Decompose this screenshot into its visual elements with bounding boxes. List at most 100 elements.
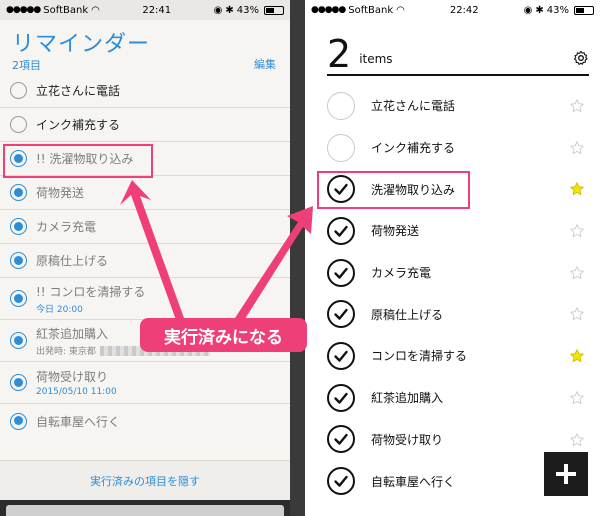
list-item-content: 立花さんに電話 [36, 82, 120, 99]
completed-checkbox-icon[interactable] [10, 332, 27, 349]
hide-completed-button[interactable]: 実行済みの項目を隠す [0, 460, 290, 500]
todo-list: 立花さんに電話 インク補充する 洗濯物取り込み 荷物発送 カメラ充電 原稿仕上げる コンロを… [327, 85, 589, 502]
star-icon[interactable] [569, 140, 585, 156]
battery-percent: 43% [236, 4, 259, 16]
completed-checkbox-icon[interactable] [10, 252, 27, 269]
list-item-label: 自転車屋へ行く [371, 474, 456, 489]
check-circle-icon[interactable] [327, 258, 355, 287]
list-item[interactable]: 原稿仕上げる [327, 293, 589, 335]
bluetooth-icon: ✱ [225, 4, 234, 16]
highlight-box-right [317, 171, 470, 209]
check-circle-icon[interactable] [327, 300, 355, 329]
list-item-label: 荷物発送 [371, 224, 420, 239]
signal-icon: ●●●●● [6, 5, 41, 15]
list-item-subtitle: 今日 20:00 [36, 302, 145, 315]
list-item-subtitle-text: 出発時: 東京都 [36, 346, 96, 357]
carrier-label: SoftBank [348, 4, 394, 16]
right-phone-todo: ●●●●● SoftBank ◠ 22:42 ◉ ✱ 43% 2 items 立… [305, 0, 600, 516]
list-item[interactable]: カメラ充電 [0, 210, 290, 244]
star-icon[interactable] [569, 223, 585, 239]
list-item[interactable]: 立花さんに電話 [327, 85, 589, 127]
list-item-content: 荷物発送 [36, 184, 84, 201]
list-item-subtitle-text: 今日 20:00 [36, 304, 83, 315]
status-time: 22:42 [449, 4, 479, 16]
list-item-label: カメラ充電 [36, 220, 97, 234]
completed-checkbox-icon[interactable] [10, 184, 27, 201]
reminder-list: 立花さんに電話 インク補充する!! 洗濯物取り込み 荷物発送 カメラ充電 原稿仕上げる!… [0, 74, 290, 438]
list-item[interactable]: 荷物発送 [0, 176, 290, 210]
list-item-label: インク補充する [36, 118, 121, 132]
list-item-content: 荷物受け取り 2015/05/10 11:00 [36, 368, 117, 397]
star-icon[interactable] [569, 265, 585, 281]
list-item-content: 自転車屋へ行く [36, 413, 120, 430]
empty-circle-icon[interactable] [327, 91, 355, 120]
checkbox-icon[interactable] [10, 82, 27, 99]
list-item-label: 原稿仕上げる [371, 307, 444, 322]
list-item-label: 紅茶追加購入 [371, 391, 444, 406]
list-item-content: カメラ充電 [36, 218, 96, 235]
completed-checkbox-icon[interactable] [10, 218, 27, 235]
star-icon[interactable] [569, 432, 585, 448]
lock-rotation-icon: ◉ [523, 4, 533, 16]
list-item-subtitle: 2015/05/10 11:00 [36, 387, 117, 397]
left-phone-reminders: ●●●●● SoftBank ◠ 22:41 ◉ ✱ 43% リマインダー 2項… [0, 0, 290, 516]
list-item-content: 原稿仕上げる [36, 252, 108, 269]
star-filled-icon[interactable] [569, 348, 585, 364]
completed-checkbox-icon[interactable] [10, 290, 27, 307]
battery-percent: 43% [546, 4, 569, 16]
star-filled-icon[interactable] [569, 181, 585, 197]
annotation-callout: 実行済みになる [140, 318, 307, 352]
list-item[interactable]: インク補充する [0, 108, 290, 142]
list-item[interactable]: カメラ充電 [327, 252, 589, 294]
list-item[interactable]: コンロを清掃する [327, 335, 589, 377]
empty-circle-icon[interactable] [327, 133, 355, 162]
completed-checkbox-icon[interactable] [10, 374, 27, 391]
star-icon[interactable] [569, 98, 585, 114]
carrier-label: SoftBank [43, 4, 89, 16]
list-item[interactable]: インク補充する [327, 127, 589, 169]
status-time: 22:41 [142, 4, 172, 16]
list-item-label: 荷物受け取り [36, 370, 109, 384]
item-count-label: items [359, 52, 393, 66]
list-header: 2 items [327, 30, 589, 76]
list-item[interactable]: 荷物発送 [327, 210, 589, 252]
list-item[interactable]: 自転車屋へ行く [0, 404, 290, 438]
battery-icon [263, 5, 284, 15]
check-circle-icon[interactable] [327, 425, 355, 454]
list-item[interactable]: 紅茶追加購入 [327, 377, 589, 419]
list-stack[interactable] [0, 500, 290, 516]
list-item-label: 原稿仕上げる [36, 254, 109, 268]
edit-button[interactable]: 編集 [254, 56, 276, 72]
list-item-label: 荷物受け取り [371, 432, 444, 447]
bluetooth-icon: ✱ [535, 4, 544, 16]
list-item[interactable]: !! コンロを清掃する今日 20:00 [0, 278, 290, 320]
list-item[interactable]: 立花さんに電話 [0, 74, 290, 108]
list-item-label: 荷物発送 [36, 186, 85, 200]
gear-icon[interactable] [573, 50, 589, 66]
lock-rotation-icon: ◉ [213, 4, 223, 16]
status-bar: ●●●●● SoftBank ◠ 22:41 ◉ ✱ 43% [0, 0, 290, 20]
list-item-label: コンロを清掃する [371, 349, 468, 364]
check-circle-icon[interactable] [327, 341, 355, 370]
battery-icon [573, 5, 594, 15]
list-item-label: 立花さんに電話 [36, 84, 121, 98]
page-title: リマインダー [12, 32, 151, 57]
check-circle-icon[interactable] [327, 216, 355, 245]
star-icon[interactable] [569, 306, 585, 322]
check-circle-icon[interactable] [327, 383, 355, 412]
item-count: 2項目 [12, 59, 41, 72]
highlight-box-left [3, 144, 153, 178]
list-item-label: カメラ充電 [371, 266, 432, 281]
add-button[interactable] [544, 452, 588, 496]
list-item[interactable]: 荷物受け取り 2015/05/10 11:00 [0, 362, 290, 404]
list-item-subtitle-text: 2015/05/10 11:00 [36, 387, 117, 397]
list-item-label: !! コンロを清掃する [36, 284, 146, 299]
check-circle-icon[interactable] [327, 467, 355, 496]
wifi-icon: ◠ [396, 4, 405, 16]
star-icon[interactable] [569, 390, 585, 406]
checkbox-icon[interactable] [10, 116, 27, 133]
signal-icon: ●●●●● [311, 5, 346, 15]
list-item[interactable]: 原稿仕上げる [0, 244, 290, 278]
item-count-number: 2 [327, 32, 352, 76]
completed-checkbox-icon[interactable] [10, 412, 27, 430]
